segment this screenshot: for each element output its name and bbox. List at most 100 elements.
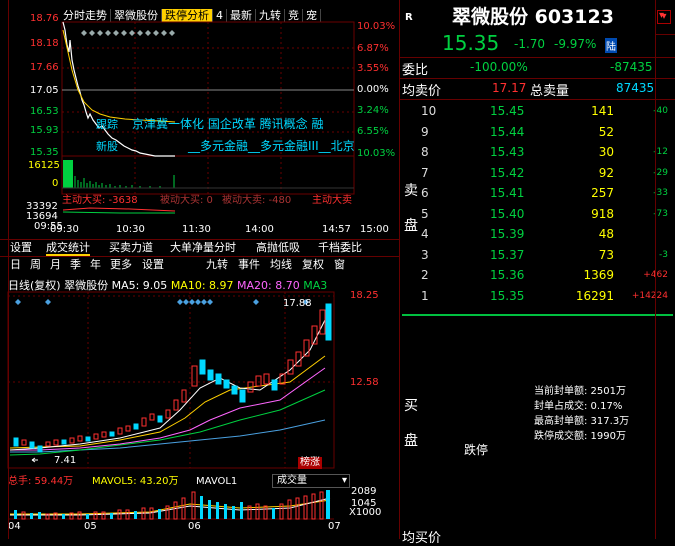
concepts-prefix-2: 新股 [96,140,118,153]
sell-row[interactable]: 3 15.37 73 -3 [400,245,670,266]
sell-level: 4 [421,227,429,241]
sell-row[interactable]: 2 15.36 1369 +462 [400,265,670,286]
kline-y-high: 18.25 [350,290,379,301]
sell-price: 15.39 [490,227,525,241]
sell-price: 15.42 [490,165,525,180]
bottom-label: 均买价 [402,531,442,546]
sep-3 [400,99,675,100]
vol-indicator-label: 成交量 [277,475,307,486]
vol-y1: 2089 [351,486,377,497]
sell-row[interactable]: 8 15.43 30 -12 [400,142,670,163]
sell-level: 6 [421,186,429,200]
weibi-label: 委比 [402,63,429,78]
fund-tab-depth[interactable]: 千档委比 [318,241,362,254]
period-quarter[interactable]: 季 [70,258,81,271]
concepts-line-1[interactable]: 京津冀一体化 国企改革 腾讯概念 融 [132,118,323,131]
tool-adjust[interactable]: 复权 [302,258,324,271]
period-month[interactable]: 月 [50,258,61,271]
column-separator-1 [656,34,675,35]
sell-level: 1 [421,288,429,303]
concepts-prefix-1: 跟踪 [96,118,118,131]
sell-vol: 918 [591,206,614,221]
period-year[interactable]: 年 [90,258,101,271]
volume-chart[interactable] [0,488,350,520]
tool-event[interactable]: 事件 [238,258,260,271]
fund-tab-bar: 设置 成交统计 买卖力道 大单净量分时 高抛低吸 千档委比 [0,239,400,257]
sell-level: 5 [421,206,429,221]
vol-indicator-select[interactable]: 成交量 ▾ [272,474,350,488]
sell-row[interactable]: 10 15.45 141 -40 [400,101,670,122]
sell-vol: 16291 [575,288,614,303]
weicha-value: -87435 [610,60,653,74]
xaxis-07: 07 [328,521,341,532]
sell-price: 15.45 [490,104,525,118]
sell-vol: 30 [598,145,614,159]
period-more[interactable]: 更多 [110,258,132,271]
sell-row[interactable]: 4 15.39 48 [400,224,670,245]
flow-main-buy: 主动大买: -3638 [62,195,138,206]
tool-window[interactable]: 窗 [334,258,345,271]
fund-tab-deals[interactable]: 成交统计 [46,241,90,256]
column-separator-2 [656,99,675,100]
concepts-line-2[interactable]: __多元金融__多元金融III__北京 [188,140,355,153]
vol-mavol5: MAVOL5: 43.20万 [92,476,179,487]
seal-max: 最高封单额: 317.3万 [534,416,630,427]
kline-settings[interactable]: 设置 [142,258,164,271]
sell-row[interactable]: 9 15.44 52 [400,122,670,143]
sell-row[interactable]: 5 15.40 918 -73 [400,204,670,225]
sell-price: 15.36 [490,268,525,282]
quote-panel: R 翠微股份 603123 ▾ 15.35 -1.70 -9.97% 陆 委比 … [400,0,675,546]
period-day[interactable]: 日 [10,258,21,271]
kline-high-label: 17.88 [283,298,312,309]
last-price: 15.35 [442,31,500,55]
kline-chart[interactable] [0,290,400,470]
sell-level: 8 [421,145,429,159]
buy-side-label-2: 盘 [404,433,418,449]
price-change-pct: -9.97% [554,37,597,51]
chevron-down-icon: ▾ [341,475,347,486]
time-label-overlay: 09:55 [34,221,63,232]
period-week[interactable]: 周 [30,258,41,271]
total-sell-value: 87435 [616,81,655,95]
seal-turnover: 跌停成交额: 1990万 [534,431,626,442]
sell-row[interactable]: 7 15.42 92 -29 [400,163,670,184]
xaxis-04: 04 [8,521,21,532]
sell-price: 15.35 [490,288,525,303]
fund-tab-bigorder[interactable]: 大单净量分时 [170,241,236,254]
xaxis-06: 06 [188,521,201,532]
fund-tab-power[interactable]: 买卖力道 [109,241,153,254]
kline-y-mid: 12.58 [350,377,379,388]
sell-price: 15.37 [490,247,525,262]
sell-level: 9 [421,124,429,139]
weibi-value: -100.00% [470,60,528,74]
sell-row[interactable]: 6 15.41 257 -33 [400,183,670,204]
sell-vol: 73 [598,247,614,262]
sell-level: 7 [421,165,429,180]
fund-tab-settings[interactable]: 设置 [10,241,32,254]
sell-row[interactable]: 1 15.35 16291 +14224 [400,286,670,307]
sell-vol: 141 [591,104,614,118]
sell-vol: 257 [591,186,614,200]
tool-ma[interactable]: 均线 [270,258,292,271]
right-column: ▾ [655,0,675,539]
stock-title: 翠微股份 603123 [452,6,614,28]
kline-badge[interactable]: 榜涨 [298,457,322,469]
tool-nine-turn[interactable]: 九转 [206,258,228,271]
market-tag: R [405,12,413,23]
total-sell-label: 总卖量 [530,84,570,99]
sell-level: 10 [421,104,437,118]
fund-tab-swing[interactable]: 高抛低吸 [256,241,300,254]
sep-4 [402,314,673,316]
vol-mavol1: MAVOL1 [196,476,238,487]
sell-price: 15.41 [490,186,525,200]
limit-status: 跌停 [464,443,489,457]
sell-vol: 92 [598,165,614,180]
flow-passive-buy: 被动大买: 0 [160,195,213,206]
time-label-1500: 15:00 [360,224,389,235]
vol-unit: X1000 [349,507,382,518]
column-menu-button[interactable]: ▾ [659,10,664,22]
seal-amount: 当前封单额: 2501万 [534,386,626,397]
vol-total: 总手: 59.44万 [8,476,74,487]
sell-price: 15.43 [490,145,525,159]
sell-vol: 52 [598,124,614,139]
